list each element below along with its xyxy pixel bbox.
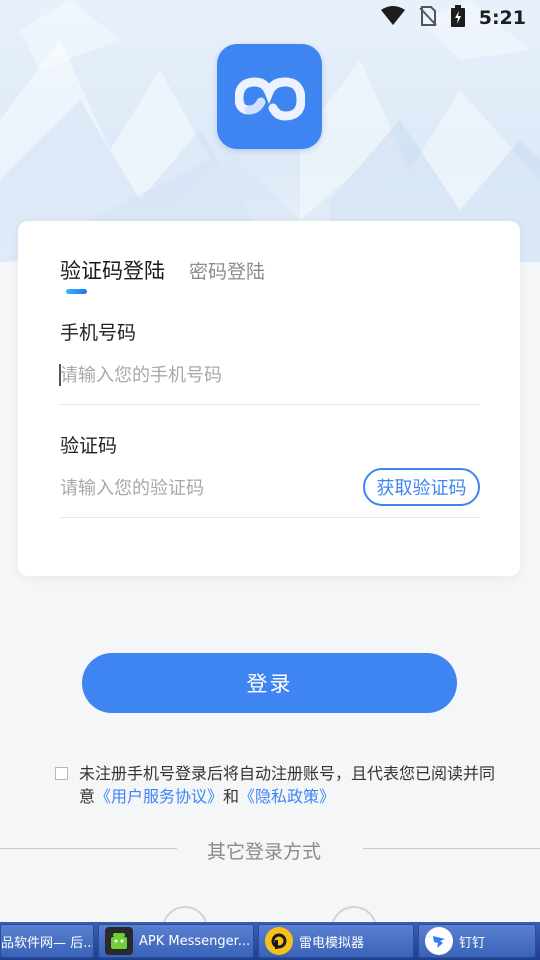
phone-input[interactable]: [60, 355, 480, 395]
taskbar-item-label: 钉钉: [459, 935, 486, 951]
taskbar-item-apk-messenger[interactable]: APK Messenger...: [98, 924, 254, 958]
app-logo: [217, 44, 322, 149]
taskbar-item-label: 雷电模拟器: [299, 935, 365, 951]
code-label: 验证码: [60, 435, 118, 457]
battery-charging-icon: [450, 5, 465, 31]
agreement: 未注册手机号登录后将自动注册账号，且代表您已阅读并同意《用户服务协议》和《隐私政…: [55, 762, 505, 808]
divider-line-left: [0, 848, 177, 849]
tab-password-login[interactable]: 密码登陆: [189, 257, 265, 284]
agreement-checkbox[interactable]: [55, 767, 68, 780]
privacy-link[interactable]: 《隐私政策》: [239, 787, 335, 806]
code-input[interactable]: [60, 468, 350, 508]
agreement-conjunction: 和: [223, 787, 240, 806]
status-bar: 5:21: [0, 0, 540, 36]
tab-active-indicator: [66, 289, 87, 294]
taskbar-item-ldplayer[interactable]: 雷电模拟器: [258, 924, 414, 958]
other-login-label: 其它登录方式: [207, 841, 322, 863]
get-code-button[interactable]: 获取验证码: [363, 468, 480, 506]
dingtalk-icon: [425, 927, 453, 955]
android-icon: [105, 927, 133, 955]
code-divider: [60, 517, 480, 518]
ldplayer-icon: [265, 927, 293, 955]
login-button[interactable]: 登录: [82, 653, 457, 713]
wifi-icon: [380, 6, 405, 30]
taskbar-item-dingtalk[interactable]: 钉钉: [418, 924, 536, 958]
other-login-divider: 其它登录方式: [0, 837, 540, 863]
login-card: 验证码登陆 密码登陆 手机号码 验证码 获取验证码: [18, 221, 520, 576]
terms-link[interactable]: 《用户服务协议》: [95, 787, 223, 806]
taskbar: 品软件网— 后... APK Messenger... 雷电模拟器 钉钉: [0, 922, 540, 960]
taskbar-item-label: APK Messenger...: [139, 933, 251, 949]
status-time: 5:21: [478, 7, 526, 29]
agreement-text: 未注册手机号登录后将自动注册账号，且代表您已阅读并同意《用户服务协议》和《隐私政…: [79, 762, 505, 808]
divider-line-right: [363, 848, 540, 849]
login-tabs: 验证码登陆 密码登陆: [60, 255, 265, 285]
phone-label: 手机号码: [60, 322, 137, 344]
tab-sms-login[interactable]: 验证码登陆: [60, 255, 165, 285]
phone-divider: [60, 404, 480, 405]
no-sim-icon: [419, 6, 437, 30]
taskbar-item-label: 品软件网— 后...: [1, 935, 94, 951]
taskbar-item-website[interactable]: 品软件网— 后...: [0, 924, 94, 958]
